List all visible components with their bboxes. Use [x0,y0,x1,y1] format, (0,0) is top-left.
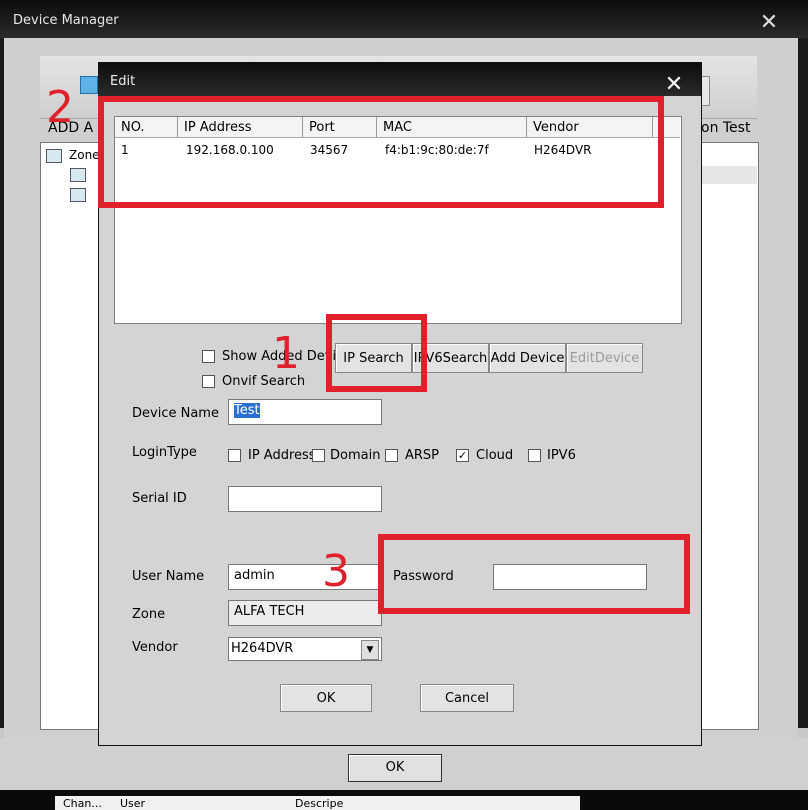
zone-folder-icon [46,149,62,163]
user-name-label: User Name [132,569,205,584]
onvif-search-checkbox[interactable] [202,375,215,388]
edit-dialog-close-icon[interactable]: ✕ [662,74,686,96]
device-name-label: Device Name [132,406,219,421]
device-manager-close-icon[interactable]: ✕ [758,12,780,34]
channel-list-header: Chan... User Descripe [55,796,580,810]
user-name-field[interactable]: admin [228,564,382,590]
login-ip-address-checkbox[interactable] [228,449,241,462]
chevron-down-icon[interactable]: ▼ [361,640,379,660]
window-frame-right [798,38,808,728]
tree-zone-label[interactable]: Zone [69,148,100,162]
login-ipv6-label[interactable]: IPV6 [547,448,576,463]
vendor-select[interactable]: H264DVR ▼ [228,637,382,661]
device-name-value: Test [234,403,260,418]
device-manager-titlebar [0,0,808,38]
device-name-field[interactable]: Test [228,399,382,425]
login-domain-label[interactable]: Domain [330,448,380,463]
login-cloud-checkbox[interactable]: ✓ [456,449,469,462]
annotation-marker-2: 2 [46,82,74,133]
connection-test-label[interactable]: on Test [701,120,750,136]
login-type-label: LoginType [132,445,197,460]
annotation-box-results [98,96,664,208]
tree-selected-row[interactable] [700,166,757,184]
add-area-icon[interactable] [80,76,98,94]
window-frame-left [0,38,4,728]
annotation-marker-1: 1 [272,328,300,379]
annotation-box-ip-search [326,314,427,392]
login-domain-checkbox[interactable] [312,449,325,462]
column-user[interactable]: User [120,797,145,810]
zone-field[interactable]: ALFA TECH [228,600,382,626]
serial-id-field[interactable] [228,486,382,512]
login-ipv6-checkbox[interactable] [528,449,541,462]
add-device-button[interactable]: Add Device [489,343,566,373]
login-cloud-label[interactable]: Cloud [476,448,513,463]
edit-cancel-button[interactable]: Cancel [420,684,514,712]
column-description[interactable]: Descripe [295,797,343,810]
column-channel[interactable]: Chan... [63,797,102,810]
device-node-icon[interactable] [70,168,86,182]
login-arsp-checkbox[interactable] [385,449,398,462]
vendor-select-value: H264DVR [231,641,294,656]
device-manager-title: Device Manager [13,13,119,28]
login-ip-address-label[interactable]: IP Address [248,448,316,463]
serial-id-label: Serial ID [132,491,187,506]
annotation-box-password [378,534,690,614]
zone-label: Zone [132,607,166,622]
login-arsp-label[interactable]: ARSP [405,448,439,463]
edit-dialog-titlebar [98,62,701,96]
device-node-icon[interactable] [70,188,86,202]
device-manager-ok-button[interactable]: OK [348,754,442,782]
vendor-label: Vendor [132,640,178,655]
edit-ok-button[interactable]: OK [280,684,372,712]
annotation-marker-3: 3 [322,546,350,597]
edit-device-button: EditDevice [566,343,643,373]
edit-dialog-title: Edit [110,74,136,89]
show-added-checkbox[interactable] [202,350,215,363]
